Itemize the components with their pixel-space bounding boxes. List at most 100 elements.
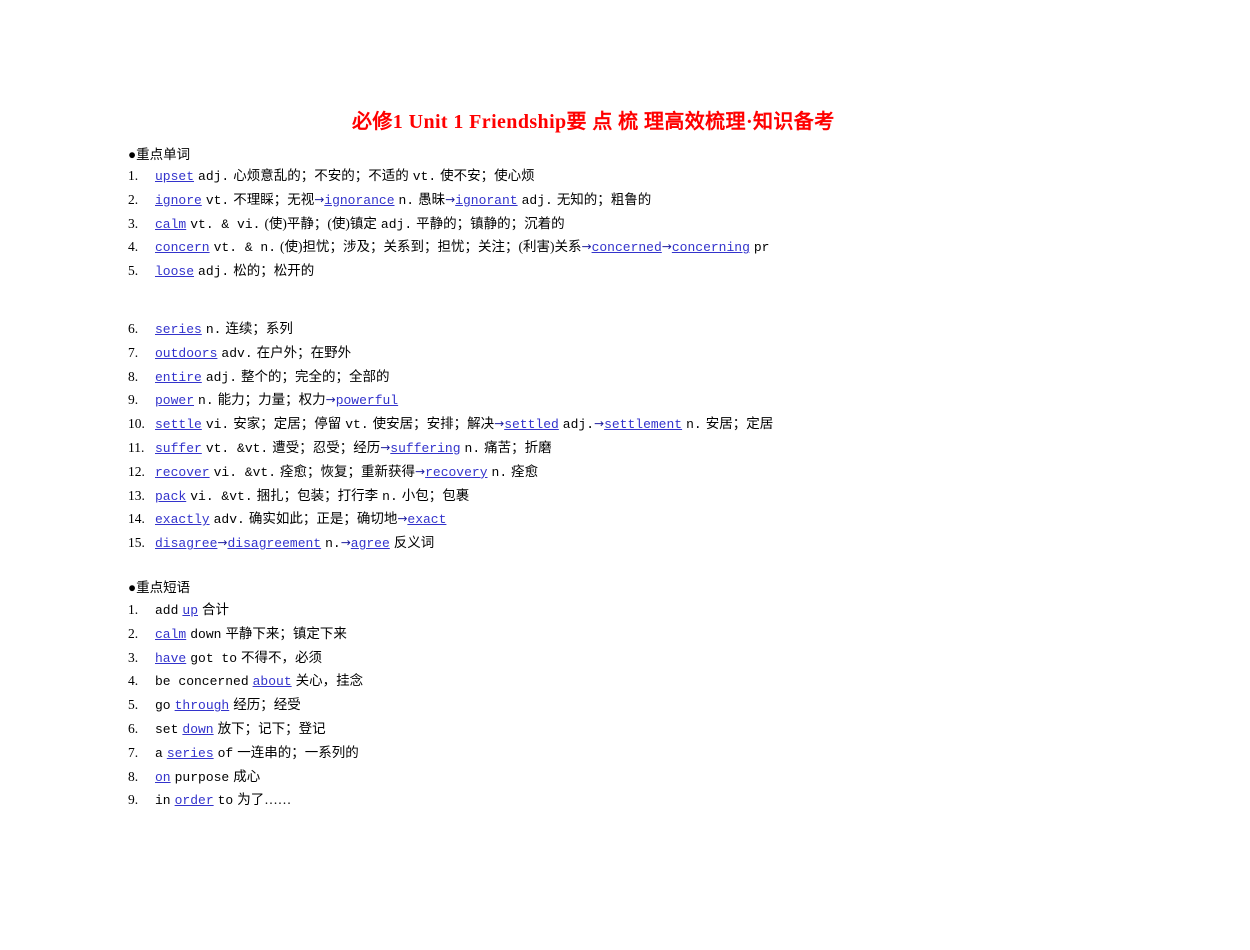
keyword-link[interactable]: settlement [604, 417, 682, 432]
keyword-link[interactable]: recovery [425, 465, 487, 480]
gloss-text: 安居；定居 [705, 416, 774, 432]
gloss-text: 能力；力量；权力 [217, 392, 326, 408]
keyword-link[interactable]: suffering [390, 441, 460, 456]
keyword-link[interactable]: entire [155, 370, 202, 385]
gloss-text: 经历；经受 [233, 697, 301, 713]
keyword-link[interactable]: series [155, 322, 202, 337]
keyword-link[interactable]: series [167, 746, 214, 761]
inline-text: n. [464, 440, 481, 456]
inline-text: vi. [205, 417, 230, 433]
keyword-link[interactable]: disagreement [227, 536, 321, 551]
key-word-entry: 10. settle vi. 安家；定居；停留 vt. 使安居；安排；解决→settled… [128, 413, 1128, 437]
entry-body: series n. 连续；系列 [155, 321, 293, 338]
keyword-link[interactable]: concern [155, 240, 210, 255]
gloss-text: 连续；系列 [225, 321, 293, 336]
gloss-text: 心烦意乱的；不安的；不适的 [233, 168, 409, 183]
inline-text: vt. &vt. [205, 440, 269, 456]
entry-body: power n. 能力；力量；权力→powerful [155, 392, 398, 409]
gloss-text: 痊愈 [511, 463, 539, 479]
keyword-link[interactable]: recover [155, 465, 210, 480]
key-word-entry: 8. entire adj. 整个的；完全的；全部的 [128, 366, 1128, 390]
keyword-link[interactable]: exactly [155, 512, 210, 527]
entry-number: 10. [128, 416, 145, 432]
inline-text: n. [491, 464, 508, 480]
inline-text: vt. & n. [213, 240, 277, 256]
keyword-link[interactable]: pack [155, 489, 186, 504]
entry-body: suffer vt. &vt. 遭受；忍受；经历→suffering n. 痛苦；折磨 [155, 439, 552, 457]
derivation-arrow-icon: → [325, 392, 336, 407]
key-phrase-entry: 3. have got to 不得不，必须 [128, 647, 1128, 671]
gloss-text: 痊愈；恢复；重新获得 [280, 463, 416, 479]
gloss-text: 愚昧 [418, 191, 446, 207]
gloss-text: 安家；定居；停留 [233, 416, 342, 432]
gloss-text: 确实如此；正是；确切地 [248, 511, 398, 527]
keyword-link[interactable]: powerful [336, 393, 398, 408]
gloss-text: 不理睬；无视 [233, 191, 315, 207]
inline-text: vt. [345, 417, 369, 433]
keyword-link[interactable]: down [182, 722, 213, 737]
key-word-entry: 6. series n. 连续；系列 [128, 318, 1128, 342]
gloss-text: 反义词 [393, 535, 435, 551]
keyword-link[interactable]: have [155, 651, 186, 666]
keyword-link[interactable]: outdoors [155, 346, 217, 361]
keyword-link[interactable]: concerned [592, 240, 662, 255]
keyword-link[interactable]: through [175, 698, 230, 713]
keyword-link[interactable]: settle [155, 417, 202, 432]
gloss-text: 合计 [202, 602, 230, 617]
keyword-link[interactable]: ignorance [324, 193, 394, 208]
keyword-link[interactable]: power [155, 393, 194, 408]
page-title: 必修1 Unit 1 Friendship要 点 梳 理高效梳理·知识备考 [352, 111, 835, 133]
gloss-text: 不得不，必须 [241, 649, 323, 665]
keyword-link[interactable]: concerning [672, 240, 750, 255]
keyword-link[interactable]: upset [155, 169, 194, 184]
entry-body: entire adj. 整个的；完全的；全部的 [155, 369, 390, 386]
entry-body: set down 放下；记下；登记 [155, 720, 326, 738]
inline-text: adj. [205, 369, 238, 385]
gloss-text: 遭受；忍受；经历 [272, 439, 381, 455]
gloss-text: 痛苦；折磨 [484, 439, 552, 455]
keyword-link[interactable]: agree [351, 536, 390, 551]
inline-text: n. [382, 488, 398, 504]
keyword-link[interactable]: on [155, 770, 171, 785]
inline-text: n. [686, 417, 702, 433]
entry-body: exactly adv. 确实如此；正是；确切地→exact [155, 511, 446, 528]
key-word-entry: 3. calm vt. & vi. (使)平静；(使)镇定 adj. 平静的；镇静的；沉着… [128, 213, 1128, 237]
keyword-link[interactable]: loose [155, 264, 194, 279]
gloss-text: 小包；包裹 [401, 487, 470, 503]
keyword-link[interactable]: disagree [155, 536, 217, 551]
keyword-link[interactable]: ignore [155, 193, 202, 208]
keyword-link[interactable]: exact [407, 512, 446, 527]
entry-body: recover vi. &vt. 痊愈；恢复；重新获得→recovery n. 痊愈 [155, 463, 539, 481]
entry-body: concern vt. & n. (使)担忧；涉及；关系到；担忧；关注；(利害)关系… [155, 239, 769, 256]
entry-body: a series of 一连串的；一系列的 [155, 745, 359, 762]
inline-text: adj. [198, 169, 230, 184]
key-phrase-entry: 1. add up 合计 [128, 599, 1128, 623]
keyword-link[interactable]: ignorant [455, 193, 517, 208]
inline-text: adv. [213, 512, 245, 528]
entry-body: on purpose 成心 [155, 769, 260, 786]
entry-number: 1. [128, 168, 139, 183]
entry-number: 9. [128, 392, 139, 408]
gloss-text: 捆扎；包装；打行李 [256, 487, 379, 503]
key-phrase-entry: 8. on purpose 成心 [128, 766, 1128, 790]
entry-body: go through 经历；经受 [155, 697, 301, 714]
keyword-link[interactable]: up [182, 603, 198, 618]
keyword-link[interactable]: calm [155, 217, 186, 232]
gloss-text: 在户外；在野外 [256, 344, 352, 360]
keyword-link[interactable]: settled [504, 417, 559, 432]
keyword-link[interactable]: order [175, 793, 214, 808]
inline-text: be concerned [155, 674, 249, 690]
inline-text: go [155, 698, 171, 714]
entry-number: 2. [128, 191, 139, 207]
entry-body: pack vi. &vt. 捆扎；包装；打行李 n. 小包；包裹 [155, 487, 470, 505]
key-word-entry: 13. pack vi. &vt. 捆扎；包装；打行李 n. 小包；包裹 [128, 485, 1128, 509]
keyword-link[interactable]: suffer [155, 441, 202, 456]
inline-text: vi. &vt. [190, 488, 253, 504]
key-word-entry: 7. outdoors adv. 在户外；在野外 [128, 342, 1128, 366]
gloss-text: 放下；记下；登记 [217, 720, 326, 736]
keyword-link[interactable]: calm [155, 627, 186, 642]
inline-text: vt. [412, 169, 437, 184]
keyword-link[interactable]: about [253, 674, 292, 689]
key-phrase-entry: 6. set down 放下；记下；登记 [128, 718, 1128, 742]
inline-text: set [155, 721, 179, 737]
